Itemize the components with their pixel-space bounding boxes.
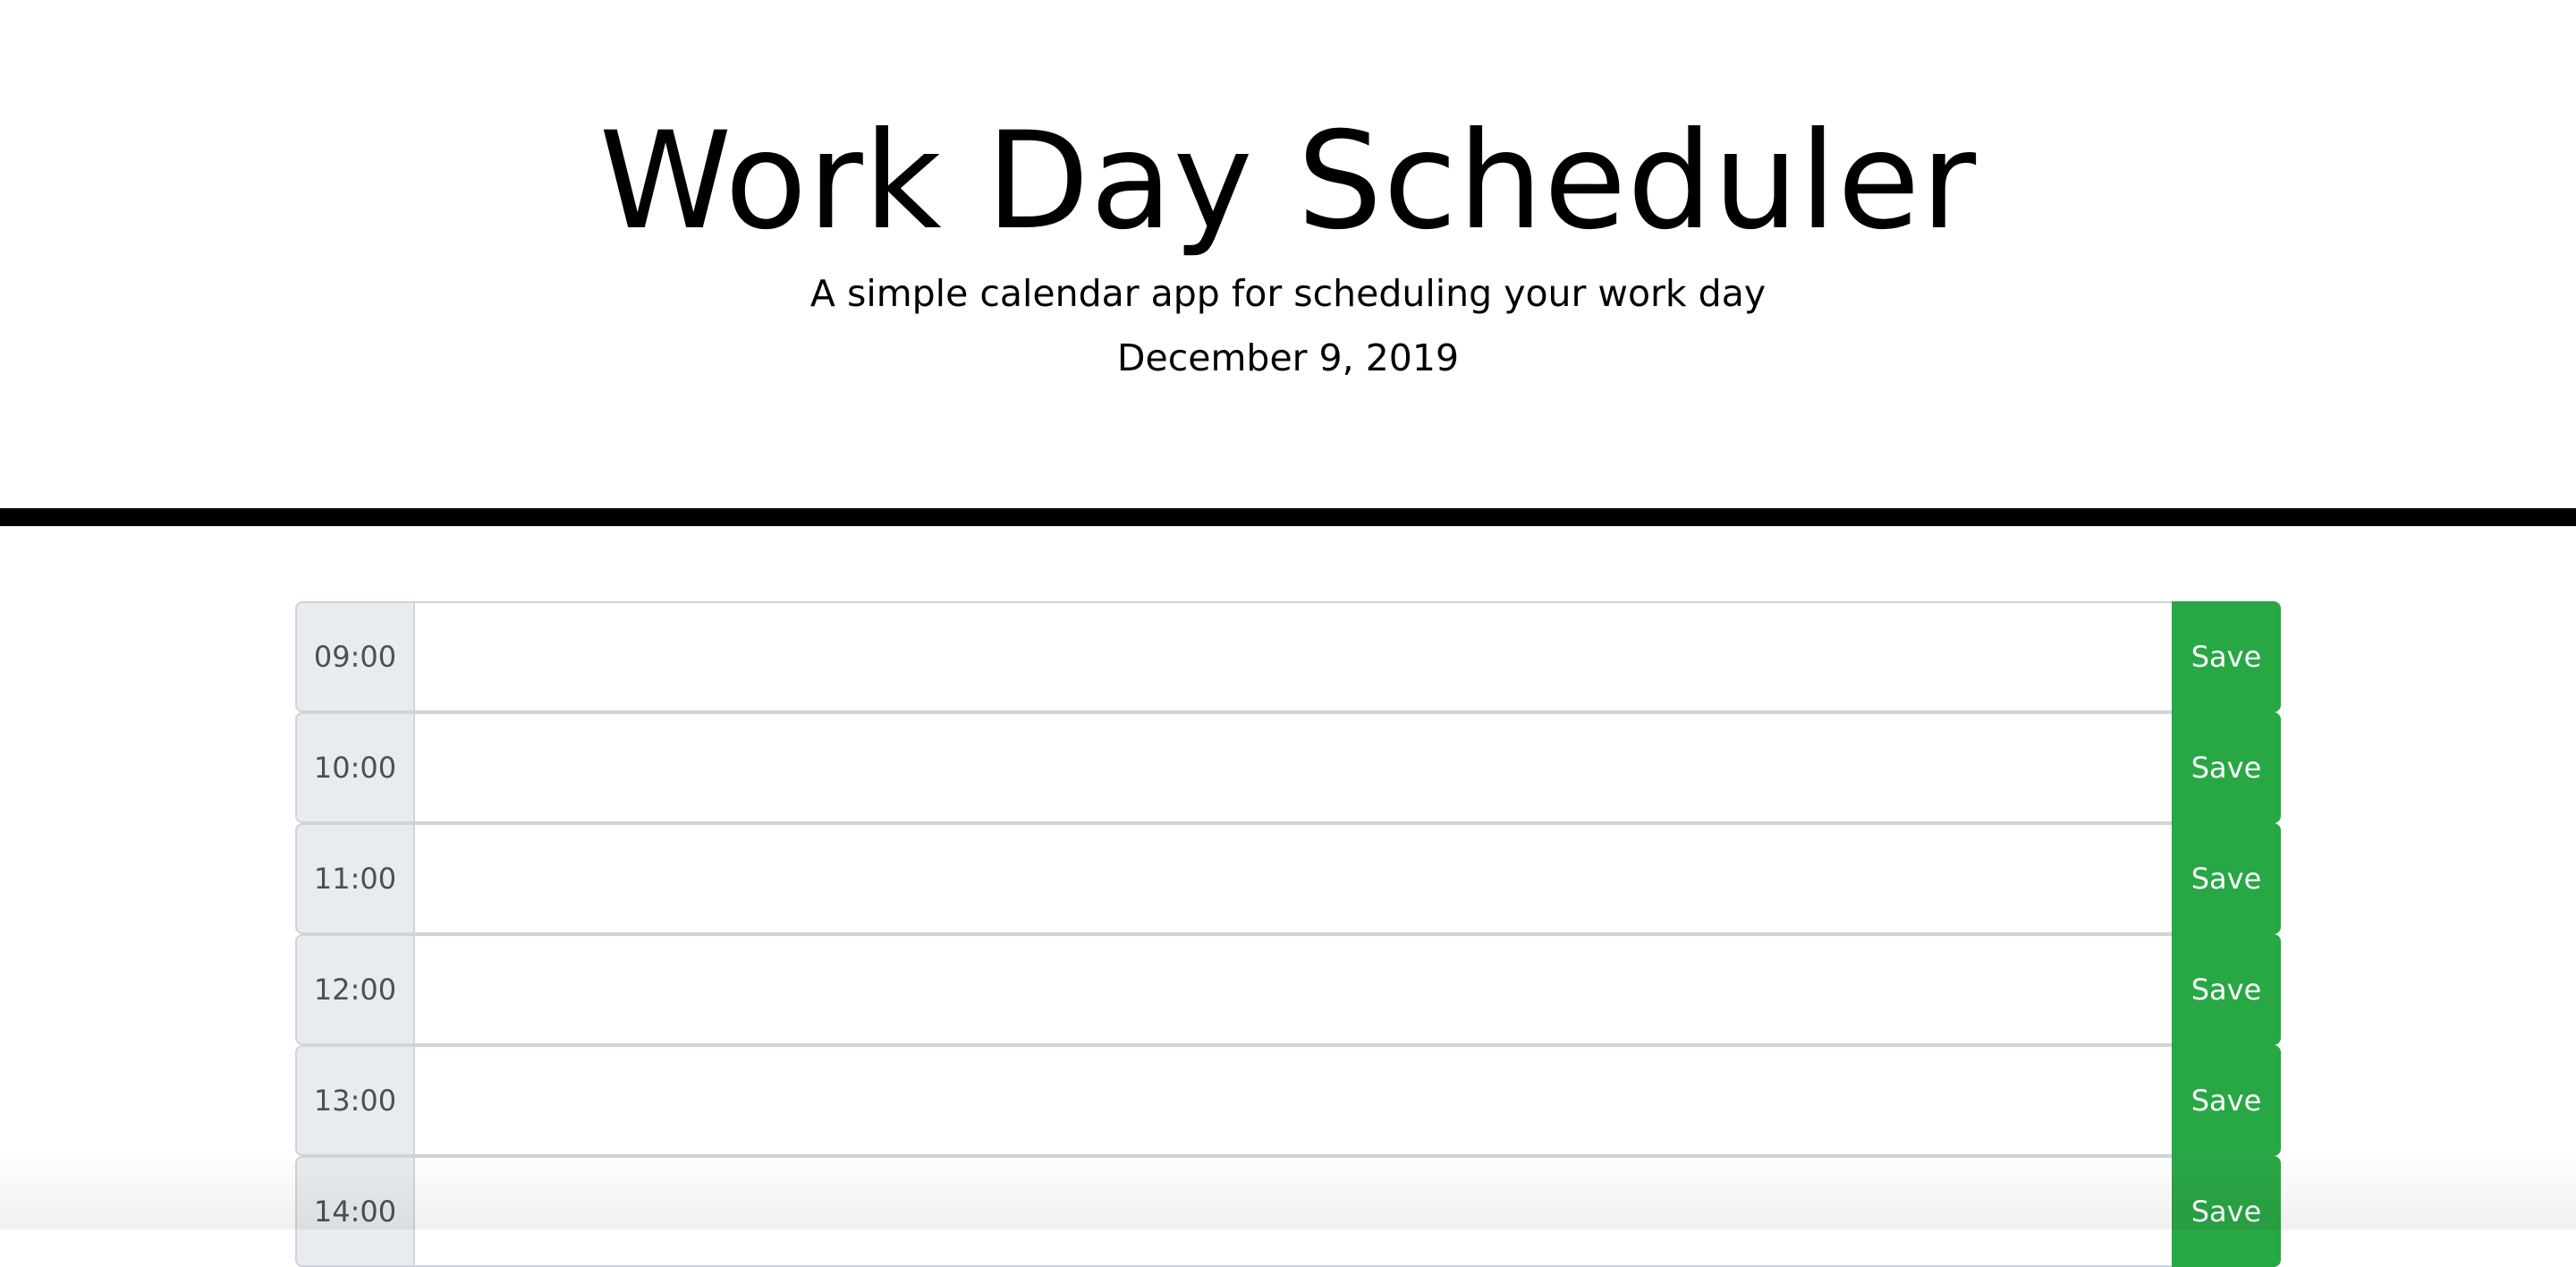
time-block-row: 09:00 Save <box>295 601 2281 712</box>
hour-label: 13:00 <box>295 1045 415 1156</box>
event-description-input[interactable] <box>413 1045 2174 1156</box>
event-description-input[interactable] <box>413 823 2174 934</box>
event-description-input[interactable] <box>413 1156 2174 1267</box>
hour-label: 14:00 <box>295 1156 415 1267</box>
event-description-input[interactable] <box>413 934 2174 1045</box>
time-block-row: 14:00 Save <box>295 1156 2281 1267</box>
hour-label: 09:00 <box>295 601 415 712</box>
save-button[interactable]: Save <box>2172 712 2281 823</box>
time-block-row: 10:00 Save <box>295 712 2281 823</box>
hour-label: 12:00 <box>295 934 415 1045</box>
schedule-container: 09:00 Save 10:00 Save 11:00 Save 12:00 S… <box>295 601 2281 1267</box>
save-button[interactable]: Save <box>2172 1156 2281 1267</box>
hour-label: 11:00 <box>295 823 415 934</box>
save-button[interactable]: Save <box>2172 601 2281 712</box>
page-subtitle: A simple calendar app for scheduling you… <box>809 272 1767 315</box>
event-description-input[interactable] <box>413 601 2174 712</box>
save-button[interactable]: Save <box>2172 1045 2281 1156</box>
page-title: Work Day Scheduler <box>598 104 1978 259</box>
event-description-input[interactable] <box>413 712 2174 823</box>
time-block-row: 13:00 Save <box>295 1045 2281 1156</box>
time-block-row: 11:00 Save <box>295 823 2281 934</box>
header: Work Day Scheduler A simple calendar app… <box>0 0 2576 526</box>
hour-label: 10:00 <box>295 712 415 823</box>
save-button[interactable]: Save <box>2172 823 2281 934</box>
save-button[interactable]: Save <box>2172 934 2281 1045</box>
current-date: December 9, 2019 <box>1116 336 1460 379</box>
time-block-row: 12:00 Save <box>295 934 2281 1045</box>
